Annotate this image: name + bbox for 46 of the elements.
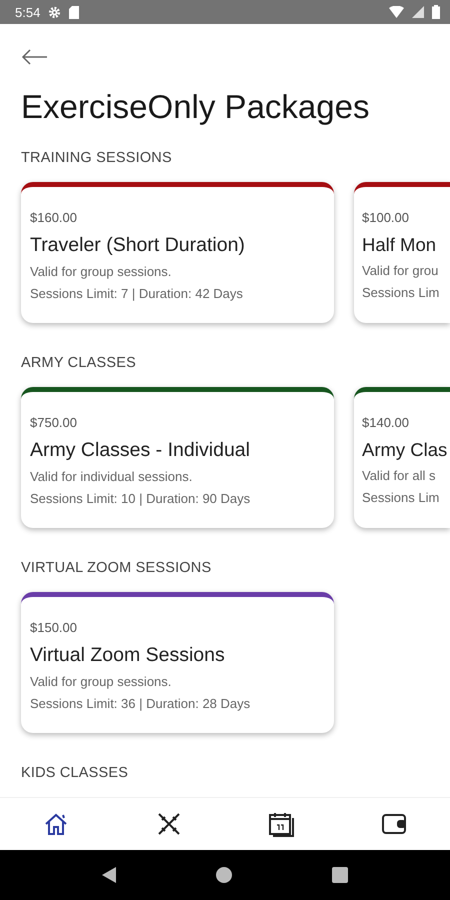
signal-icon bbox=[412, 6, 424, 18]
status-time: 5:54 bbox=[15, 4, 40, 20]
back-triangle-icon bbox=[102, 867, 116, 883]
section-heading: ARMY CLASSES bbox=[21, 355, 137, 371]
section-heading: VIRTUAL ZOOM SESSIONS bbox=[21, 560, 212, 576]
package-card[interactable]: $100.00 Half Mon Valid for grou Sessions Lim bbox=[354, 182, 450, 323]
page-title: ExerciseOnly Packages bbox=[21, 88, 370, 126]
package-description: Valid for group sessions. bbox=[30, 674, 172, 689]
wallet-icon bbox=[380, 813, 407, 835]
back-button[interactable] bbox=[102, 867, 116, 883]
section-heading: KIDS CLASSES bbox=[21, 765, 130, 781]
package-card[interactable]: $140.00 Army Clas Valid for all s Sessions Lim bbox=[354, 387, 450, 528]
package-price: $160.00 bbox=[30, 210, 78, 225]
package-description: Valid for individual sessions. bbox=[30, 469, 194, 484]
package-description: Valid for group sessions. bbox=[30, 264, 172, 279]
calendar-icon bbox=[268, 811, 294, 837]
package-description: Valid for grou bbox=[362, 263, 440, 278]
sd-card-icon bbox=[69, 6, 80, 18]
package-details: Sessions Limit: 7 | Duration: 42 Days bbox=[30, 286, 244, 301]
crossed-swords-icon bbox=[156, 811, 182, 837]
package-details: Sessions Limit: 10 | Duration: 90 Days bbox=[30, 491, 252, 506]
package-details: Sessions Lim bbox=[362, 490, 440, 505]
section-heading: TRAINING SESSIONS bbox=[21, 150, 173, 166]
recents-square-icon bbox=[332, 867, 348, 883]
package-card[interactable]: $160.00 Traveler (Short Duration) Valid for group sessions. Sessions Limit: 7 | Duration: 42 Days bbox=[21, 182, 334, 323]
package-name: Army Clas bbox=[362, 439, 448, 461]
package-price: $150.00 bbox=[30, 620, 78, 635]
package-name: Traveler (Short Duration) bbox=[30, 234, 246, 257]
package-name: Virtual Zoom Sessions bbox=[30, 644, 226, 667]
package-name: Half Mon bbox=[362, 234, 438, 256]
battery-icon bbox=[432, 5, 440, 19]
back-arrow-icon[interactable] bbox=[21, 48, 47, 66]
package-price: $140.00 bbox=[362, 415, 410, 430]
package-card[interactable]: $150.00 Virtual Zoom Sessions Valid for group sessions. Sessions Limit: 36 | Duration: 28 Days bbox=[21, 592, 334, 733]
package-price: $100.00 bbox=[362, 210, 410, 225]
package-details: Sessions Limit: 36 | Duration: 28 Days bbox=[30, 696, 252, 711]
wifi-icon bbox=[389, 6, 404, 18]
package-card[interactable]: $750.00 Army Classes - Individual Valid for individual sessions. Sessions Limit: 10 | Duration: 90 Days bbox=[21, 387, 334, 528]
home-icon bbox=[43, 812, 70, 836]
gear-icon bbox=[48, 6, 62, 18]
home-circle-icon bbox=[216, 867, 232, 883]
package-details: Sessions Lim bbox=[362, 285, 440, 300]
home-button[interactable] bbox=[216, 867, 232, 883]
package-description: Valid for all s bbox=[362, 468, 436, 483]
package-name: Army Classes - Individual bbox=[30, 439, 251, 462]
package-price: $750.00 bbox=[30, 415, 78, 430]
